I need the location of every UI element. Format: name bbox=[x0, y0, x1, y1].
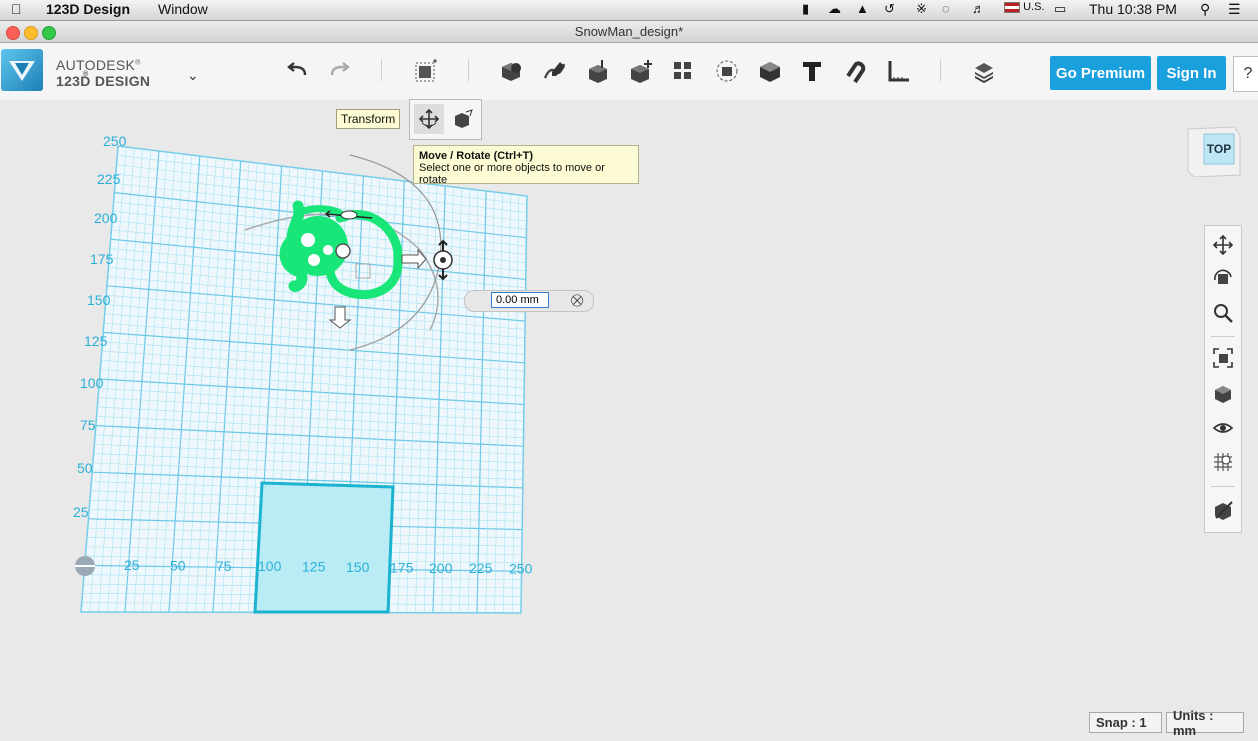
transform-tooltip: Transform bbox=[336, 109, 401, 129]
grid-visibility-icon[interactable] bbox=[1205, 447, 1241, 477]
spotlight-search-icon[interactable]: ⚲ bbox=[1200, 1, 1210, 18]
snap-magnet-icon[interactable] bbox=[840, 56, 870, 86]
move-rotate-tooltip: Move / Rotate (Ctrl+T) Select one or mor… bbox=[413, 145, 639, 186]
view-cube[interactable]: TOP bbox=[1186, 125, 1242, 178]
transform-submenu bbox=[409, 99, 482, 140]
battery-status-icon[interactable]: ▮ bbox=[802, 1, 809, 17]
toolbar-separator bbox=[381, 59, 382, 81]
grid-y-label: 50 bbox=[77, 460, 93, 476]
nav-separator bbox=[1211, 486, 1235, 487]
text-tool-icon[interactable] bbox=[797, 56, 827, 86]
material-layers-icon[interactable] bbox=[969, 56, 999, 86]
orbit-icon[interactable] bbox=[1205, 264, 1241, 294]
notification-center-icon[interactable]: ☰ bbox=[1228, 1, 1241, 18]
measure-tool-icon[interactable] bbox=[883, 56, 913, 86]
scale-icon[interactable] bbox=[448, 104, 478, 134]
nav-separator bbox=[1211, 336, 1235, 337]
sign-in-button[interactable]: Sign In bbox=[1157, 56, 1226, 90]
pan-icon[interactable] bbox=[1205, 230, 1241, 260]
time-machine-icon[interactable]: ↺ bbox=[884, 1, 895, 17]
app-menu[interactable]: 123D Design bbox=[46, 1, 130, 17]
grid-x-label: 50 bbox=[170, 557, 186, 573]
construct-tool-icon[interactable] bbox=[583, 56, 613, 86]
transform-tool-icon[interactable] bbox=[411, 56, 441, 86]
grid-y-label: 75 bbox=[80, 417, 96, 433]
combine-tool-icon[interactable] bbox=[755, 56, 785, 86]
grid-y-label: 125 bbox=[84, 333, 108, 349]
cloud-status-icon[interactable]: ☁ bbox=[828, 1, 841, 17]
window-titlebar: SnowMan_design* bbox=[0, 21, 1258, 43]
tooltip-description: Select one or more objects to move or ro… bbox=[419, 162, 605, 186]
view-cube-face-label: TOP bbox=[1206, 142, 1232, 156]
snap-setting[interactable]: Snap : 1 bbox=[1089, 712, 1162, 733]
window-title: SnowMan_design* bbox=[574, 24, 684, 39]
grid-x-label: 225 bbox=[469, 560, 493, 576]
brand-autodesk: AUTODESK® bbox=[56, 57, 141, 73]
brand-123d-design: 123D DESIGN ® bbox=[56, 71, 151, 89]
modify-tool-icon[interactable] bbox=[626, 56, 656, 86]
grid-x-label: 175 bbox=[390, 559, 414, 575]
undo-icon[interactable] bbox=[282, 56, 312, 86]
grid-x-label: 200 bbox=[429, 560, 453, 576]
go-premium-button[interactable]: Go Premium bbox=[1050, 56, 1151, 90]
wifi-icon[interactable]: ◌ bbox=[942, 1, 950, 16]
primitives-tool-icon[interactable] bbox=[496, 56, 526, 86]
snap-toggle-icon[interactable]: ⛒ bbox=[571, 293, 583, 308]
grid-y-label: 175 bbox=[90, 251, 114, 267]
selected-box-object[interactable] bbox=[253, 481, 395, 614]
sketch-tool-icon[interactable] bbox=[540, 56, 570, 86]
bluetooth-icon[interactable]: ※ bbox=[916, 1, 927, 17]
toolbar-separator bbox=[940, 59, 941, 81]
grid-y-label: 200 bbox=[94, 210, 118, 226]
viewport-canvas[interactable]: 250 225 200 175 150 125 100 75 50 25 25 50 75 100 125… bbox=[0, 100, 1258, 741]
grid-x-label: 100 bbox=[258, 558, 282, 574]
grid-x-label: 75 bbox=[216, 558, 232, 574]
gizmo-center-handle[interactable] bbox=[335, 243, 351, 259]
grid-y-label: 150 bbox=[87, 292, 111, 308]
visibility-eye-icon[interactable] bbox=[1205, 413, 1241, 443]
mac-menubar:  123D Design Window ▮ ☁ ▲ ↺ ※ ◌ ♬ U.S. … bbox=[0, 0, 1258, 21]
grid-x-label: 25 bbox=[124, 557, 140, 573]
distance-input[interactable] bbox=[491, 292, 549, 308]
main-menu-chevron-down-icon[interactable]: ⌄ bbox=[187, 67, 199, 84]
grid-y-label: 25 bbox=[73, 504, 89, 520]
battery-icon[interactable]: ▭ bbox=[1054, 1, 1066, 17]
grid-x-label: 250 bbox=[509, 561, 533, 577]
grid-y-label: 250 bbox=[103, 133, 127, 149]
help-button[interactable]: ? bbox=[1233, 56, 1258, 92]
main-toolbar: AUTODESK® 123D DESIGN ® ⌄ Go Premium Sig… bbox=[0, 43, 1258, 100]
grid-y-label: 100 bbox=[80, 375, 104, 391]
zoom-icon[interactable] bbox=[1205, 298, 1241, 328]
fit-icon[interactable] bbox=[1205, 343, 1241, 373]
grid-x-label: 125 bbox=[302, 559, 326, 575]
move-rotate-icon[interactable] bbox=[414, 104, 444, 134]
notification-icon[interactable]: ▲ bbox=[856, 1, 869, 16]
material-toggle-icon[interactable] bbox=[1205, 494, 1241, 524]
toolbar-separator bbox=[468, 59, 469, 81]
grid-x-label: 150 bbox=[346, 559, 370, 575]
input-source[interactable]: U.S. bbox=[1004, 1, 1044, 13]
perspective-icon[interactable] bbox=[1205, 378, 1241, 408]
grouping-tool-icon[interactable] bbox=[712, 56, 742, 86]
grid-y-label: 225 bbox=[97, 171, 121, 187]
window-menu[interactable]: Window bbox=[158, 1, 208, 17]
apple-menu-icon[interactable]:  bbox=[11, 1, 22, 17]
units-setting[interactable]: Units : mm bbox=[1166, 708, 1244, 738]
redo-icon[interactable] bbox=[325, 56, 355, 86]
pattern-tool-icon[interactable] bbox=[668, 56, 698, 86]
app-logo[interactable] bbox=[1, 49, 43, 91]
navigation-bar bbox=[1204, 225, 1242, 533]
clock[interactable]: Thu 10:38 PM bbox=[1089, 1, 1177, 17]
volume-icon[interactable]: ♬ bbox=[972, 1, 985, 16]
tooltip-title: Move / Rotate (Ctrl+T) bbox=[419, 150, 533, 162]
